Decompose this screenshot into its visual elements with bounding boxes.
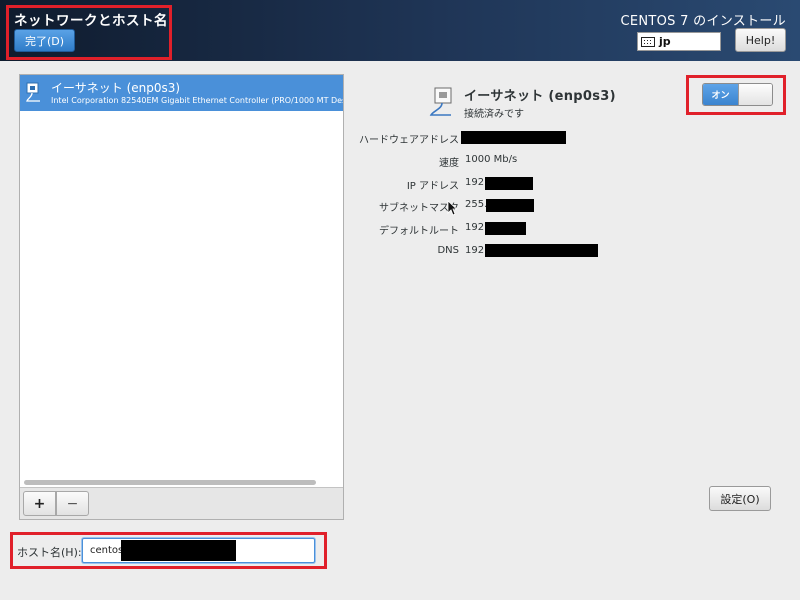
device-name: イーサネット (enp0s3) — [51, 81, 181, 95]
remove-device-button[interactable]: − — [56, 491, 89, 516]
toggle-knob[interactable] — [738, 84, 772, 105]
connection-name: イーサネット (enp0s3) — [464, 89, 616, 104]
speed-value: 1000 Mb/s — [465, 154, 518, 165]
hardware-address-label: ハードウェアアドレス — [359, 135, 459, 146]
keyboard-layout-indicator[interactable]: jp — [637, 32, 721, 51]
redaction-bar — [121, 540, 236, 561]
mouse-cursor-icon — [447, 200, 457, 216]
page-title: ネットワークとホスト名 — [14, 13, 168, 29]
ethernet-icon — [429, 87, 452, 116]
keyboard-layout-label: jp — [659, 35, 671, 48]
device-list-item[interactable]: イーサネット (enp0s3) Intel Corporation 82540E… — [20, 75, 343, 111]
dns-value: 192. — [465, 245, 488, 256]
subnet-mask-redacted — [486, 199, 534, 212]
ip-address-value: 192. — [465, 177, 488, 188]
ip-address-redacted — [485, 177, 533, 190]
hostname-input[interactable]: centos — [82, 538, 315, 563]
hostname-value: centos — [90, 545, 124, 556]
header-bar: ネットワークとホスト名 完了(D) CENTOS 7 のインストール jp He… — [0, 0, 800, 61]
done-button[interactable]: 完了(D) — [14, 29, 75, 52]
dns-redacted — [485, 244, 598, 257]
speed-label: 速度 — [439, 158, 459, 169]
scrollbar-thumb[interactable] — [24, 480, 316, 485]
help-button[interactable]: Help! — [735, 28, 786, 52]
device-list-panel: イーサネット (enp0s3) Intel Corporation 82540E… — [19, 74, 344, 520]
add-device-button[interactable]: + — [23, 491, 56, 516]
subnet-mask-value: 255. — [465, 199, 488, 210]
device-description: Intel Corporation 82540EM Gigabit Ethern… — [51, 96, 343, 105]
default-route-value: 192. — [465, 222, 488, 233]
dns-label: DNS — [437, 245, 459, 256]
default-route-redacted — [485, 222, 526, 235]
connection-status: 接続済みです — [464, 109, 524, 120]
device-list-toolbar: + − — [20, 487, 343, 519]
settings-button[interactable]: 設定(O) — [709, 486, 771, 511]
ip-address-label: IP アドレス — [406, 181, 459, 192]
hardware-address-redacted — [461, 131, 566, 144]
connection-toggle[interactable]: オン — [702, 83, 773, 106]
hostname-label: ホスト名(H): — [17, 546, 82, 559]
horizontal-scrollbar[interactable] — [22, 479, 341, 486]
keyboard-icon — [641, 36, 655, 47]
ethernet-icon — [26, 82, 40, 102]
installer-title: CENTOS 7 のインストール — [620, 14, 786, 29]
toggle-on-label: オン — [703, 84, 738, 105]
default-route-label: デフォルトルート — [379, 226, 459, 237]
